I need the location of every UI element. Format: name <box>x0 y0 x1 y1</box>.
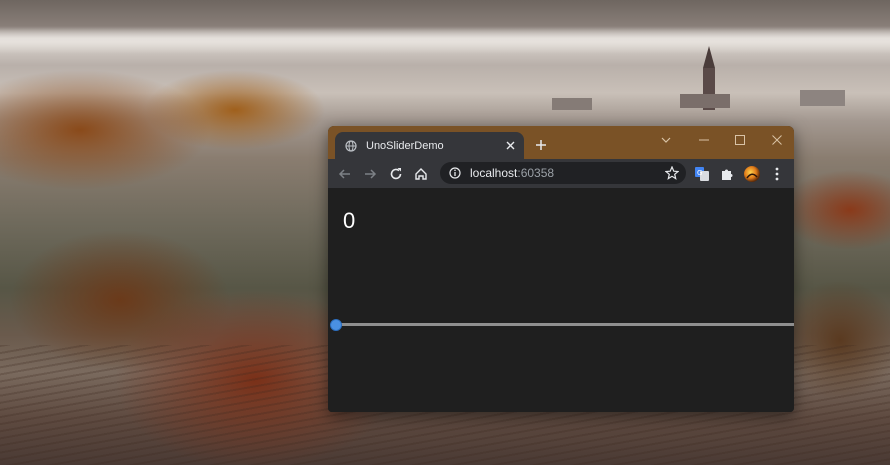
address-bar[interactable]: localhost:60358 <box>440 162 686 184</box>
url-port: :60358 <box>517 166 555 180</box>
browser-tab[interactable]: UnoSliderDemo <box>335 132 524 159</box>
maximize-icon[interactable] <box>730 132 750 148</box>
slider-thumb[interactable] <box>330 319 342 331</box>
chevron-down-icon[interactable] <box>656 132 676 148</box>
svg-text:G: G <box>697 169 702 177</box>
slider-value-text: 0 <box>343 208 356 233</box>
puzzle-icon[interactable] <box>718 165 736 183</box>
forward-arrow-icon[interactable] <box>361 165 379 183</box>
home-icon[interactable] <box>412 165 430 183</box>
browser-toolbar: localhost:60358 G <box>328 159 794 188</box>
avatar[interactable] <box>743 165 761 183</box>
reload-icon[interactable] <box>387 165 405 183</box>
back-arrow-icon[interactable] <box>336 165 354 183</box>
info-icon[interactable] <box>448 166 462 180</box>
window-close-icon[interactable] <box>767 132 787 148</box>
plus-icon[interactable] <box>532 136 550 154</box>
tab-title: UnoSliderDemo <box>366 139 444 152</box>
star-icon[interactable] <box>664 165 680 181</box>
url-text: localhost:60358 <box>470 166 554 180</box>
kebab-menu-icon[interactable] <box>768 165 786 183</box>
close-icon[interactable] <box>502 138 518 154</box>
wallpaper-mist <box>0 26 890 54</box>
browser-window: UnoSliderDemo localhost:60358 G 0 <box>328 126 794 412</box>
slider[interactable] <box>328 319 794 331</box>
translate-icon[interactable]: G <box>693 165 711 183</box>
page-content: 0 <box>328 188 794 412</box>
url-host: localhost <box>470 166 518 180</box>
globe-icon <box>344 139 358 153</box>
slider-track[interactable] <box>332 323 794 326</box>
minimize-icon[interactable] <box>694 132 714 148</box>
browser-titlebar[interactable]: UnoSliderDemo <box>328 126 794 159</box>
